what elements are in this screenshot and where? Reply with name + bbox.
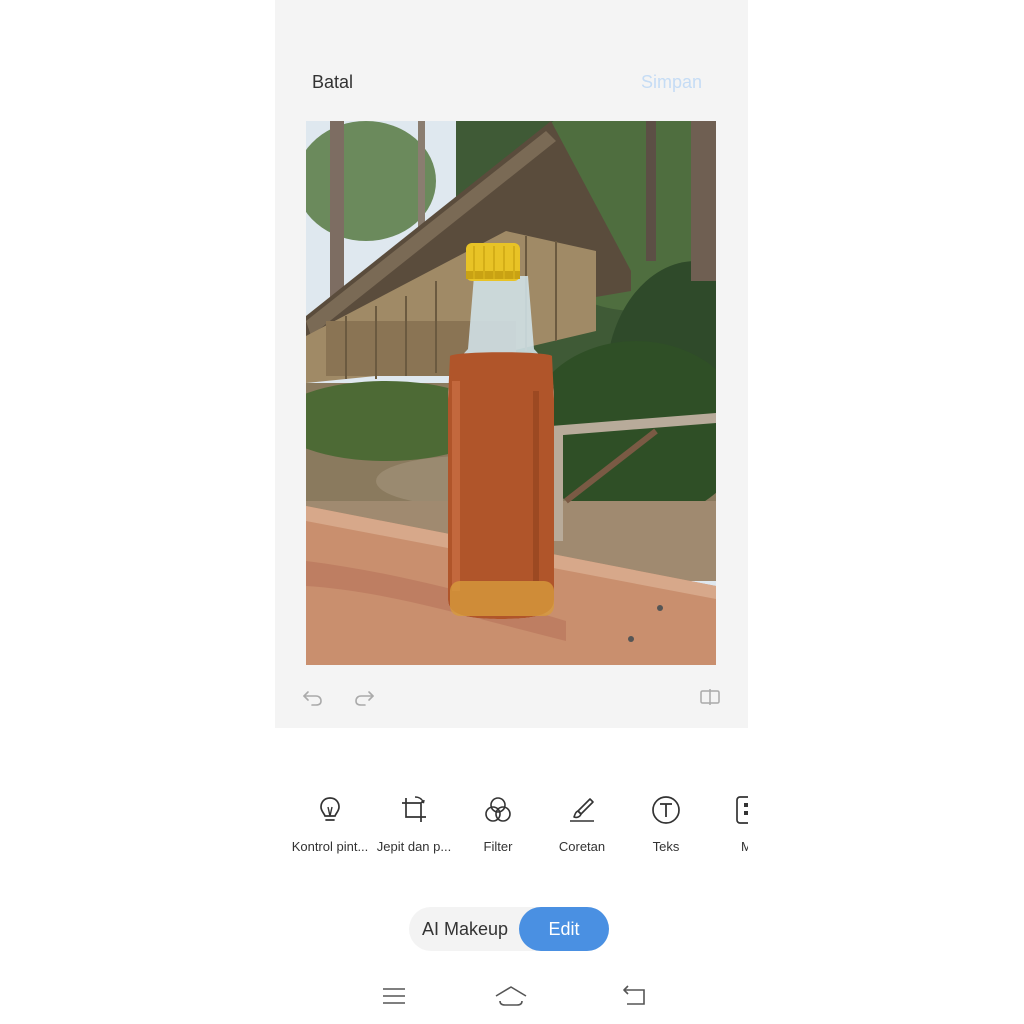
tool-label: Filter [483,839,513,854]
editor-area: Batal Simpan [275,0,748,728]
back-icon [623,985,645,1005]
tool-kontrol-pintar[interactable]: Kontrol pint... [288,790,372,854]
photo-image [306,121,716,665]
undo-button[interactable] [302,686,324,708]
home-button[interactable] [493,978,529,1014]
tool-label: Kontrol pint... [291,839,369,854]
redo-icon [355,691,374,706]
brush-icon [570,798,594,822]
back-button[interactable] [617,978,653,1014]
photo-editor-screen: Batal Simpan Kontrol pint... Jepit dan p… [275,0,748,1024]
mode-switcher: AI Makeup Edit [409,907,609,951]
edit-tab[interactable]: Edit [519,907,609,951]
tool-filter[interactable]: Filter [456,790,540,854]
tool-label: Mo [740,839,748,854]
crop-rotate-icon [402,796,426,822]
compare-icon [700,689,720,705]
save-button[interactable]: Simpan [641,72,702,93]
tool-label: Jepit dan p... [376,839,452,854]
tool-mosaic[interactable]: Mo [708,790,748,854]
menu-button[interactable] [376,978,412,1014]
filter-circles-icon [485,797,511,822]
mosaic-icon [736,796,748,824]
menu-icon [383,988,405,1004]
lightbulb-icon [320,797,340,821]
ai-makeup-tab[interactable]: AI Makeup [409,907,521,951]
text-icon [652,796,680,824]
undo-icon [303,691,322,706]
tool-strip: Kontrol pint... Jepit dan p... Filter Co… [275,790,748,860]
tool-label: Coretan [558,839,606,854]
home-icon [495,986,527,1006]
tool-jepit-dan-putar[interactable]: Jepit dan p... [372,790,456,854]
tool-coretan[interactable]: Coretan [540,790,624,854]
edited-photo[interactable] [306,121,716,665]
compare-button[interactable] [699,687,721,707]
system-nav-bar [275,978,748,1014]
redo-button[interactable] [353,686,375,708]
cancel-button[interactable]: Batal [312,72,353,93]
tool-teks[interactable]: Teks [624,790,708,854]
tool-label: Teks [652,839,680,854]
